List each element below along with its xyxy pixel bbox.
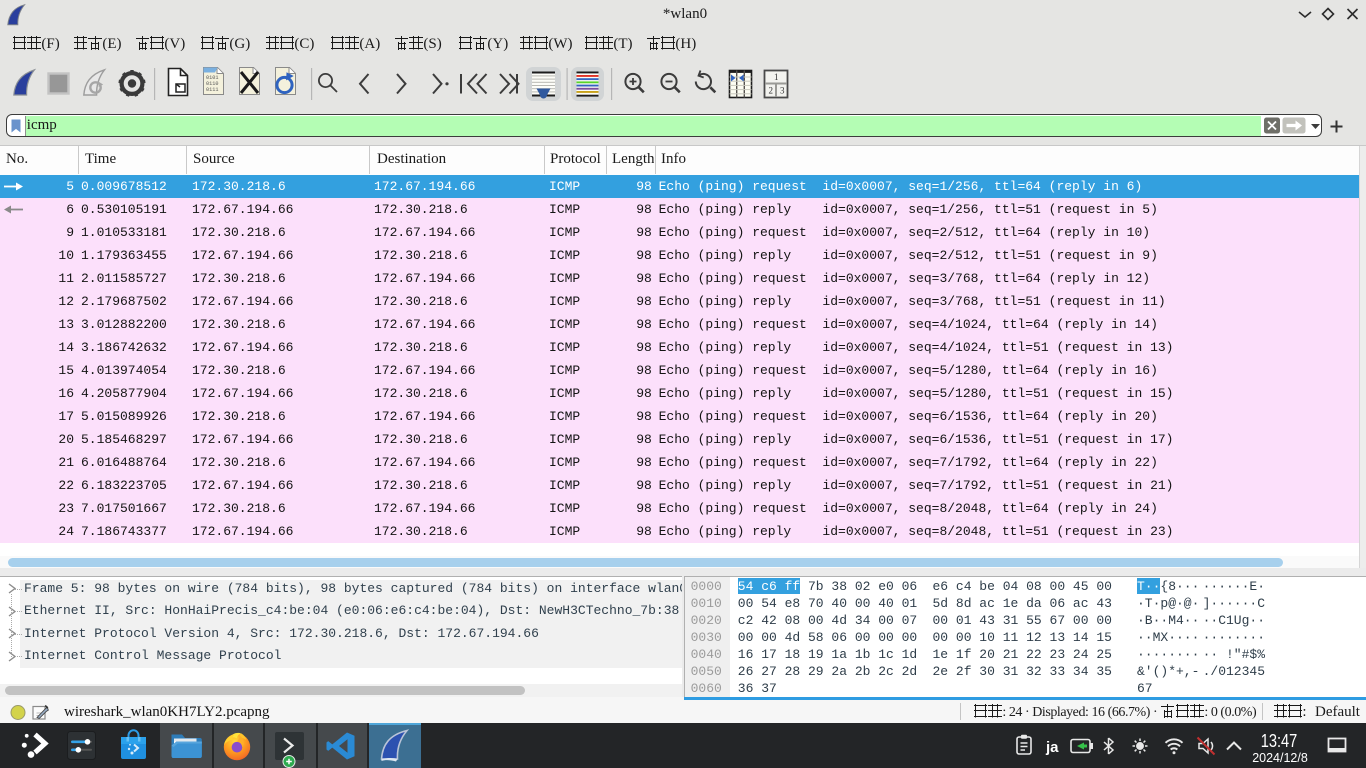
svg-text:ja: ja [1045, 739, 1059, 756]
svg-text:1: 1 [774, 72, 779, 82]
svg-text:2: 2 [769, 86, 774, 96]
svg-text:0111: 0111 [206, 87, 218, 93]
svg-text:3: 3 [780, 86, 785, 96]
